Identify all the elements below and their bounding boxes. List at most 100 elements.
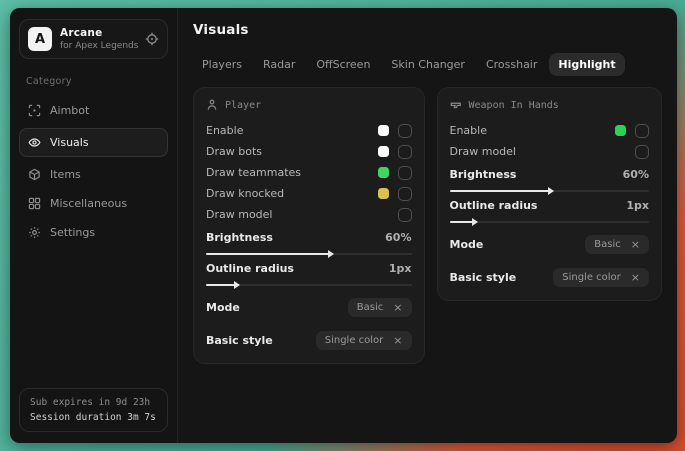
player-panel: Player Enable Draw bots Draw teammates: [193, 87, 425, 364]
slider-value: 60%: [385, 231, 411, 244]
app-subtitle: for Apex Legends: [60, 41, 137, 51]
sidebar-item-aimbot[interactable]: Aimbot: [19, 97, 168, 124]
setting-label: Draw bots: [206, 145, 378, 158]
color-swatch[interactable]: [378, 188, 389, 199]
tab-players[interactable]: Players: [193, 53, 251, 76]
setting-label: Basic style: [450, 271, 554, 284]
sidebar-item-visuals[interactable]: Visuals: [19, 128, 168, 157]
setting-row-draw-knocked: Draw knocked: [206, 183, 412, 204]
setting-row-draw-bots: Draw bots: [206, 141, 412, 162]
checkbox[interactable]: [635, 124, 649, 138]
setting-row-draw-model: Draw model: [450, 141, 650, 162]
slider-value: 1px: [389, 262, 412, 275]
app-name: Arcane: [60, 27, 137, 39]
session-info: Sub expires in 9d 23h Session duration 3…: [19, 388, 168, 432]
tag-label: Single color: [325, 335, 384, 346]
cube-icon: [28, 168, 41, 181]
checkbox[interactable]: [398, 124, 412, 138]
slider-value: 60%: [623, 168, 649, 181]
sidebar-item-label: Settings: [50, 226, 95, 239]
checkbox[interactable]: [398, 145, 412, 159]
setting-row-brightness: Brightness 60%: [450, 168, 650, 192]
checkbox[interactable]: [398, 208, 412, 222]
close-icon[interactable]: ×: [631, 239, 640, 250]
sidebar-item-label: Items: [50, 168, 81, 181]
setting-row-enable: Enable: [206, 120, 412, 141]
basic-style-tag[interactable]: Single color ×: [553, 268, 649, 287]
crosshair-icon: [28, 104, 41, 117]
panel-header: Player: [206, 99, 412, 111]
checkbox[interactable]: [398, 166, 412, 180]
slider-thumb[interactable]: [234, 281, 240, 289]
basic-style-tag[interactable]: Single color ×: [316, 331, 412, 350]
setting-row-enable: Enable: [450, 120, 650, 141]
slider-thumb[interactable]: [328, 250, 334, 258]
color-swatch[interactable]: [378, 167, 389, 178]
tag-label: Basic: [357, 302, 383, 313]
sidebar-item-miscellaneous[interactable]: Miscellaneous: [19, 190, 168, 217]
setting-label: Draw knocked: [206, 187, 378, 200]
sub-expires-text: Sub expires in 9d 23h: [30, 397, 157, 408]
setting-row-draw-model: Draw model: [206, 204, 412, 225]
outline-radius-slider[interactable]: [206, 284, 412, 286]
slider-thumb[interactable]: [548, 187, 554, 195]
setting-label: Brightness: [450, 168, 623, 181]
color-swatch[interactable]: [378, 146, 389, 157]
close-icon[interactable]: ×: [393, 335, 402, 346]
color-swatch[interactable]: [378, 125, 389, 136]
tag-label: Single color: [562, 272, 621, 283]
brightness-slider[interactable]: [450, 190, 650, 192]
setting-label: Basic style: [206, 334, 316, 347]
setting-row-basic-style: Basic style Single color ×: [450, 265, 650, 289]
setting-label: Outline radius: [450, 199, 627, 212]
setting-label: Mode: [450, 238, 586, 251]
tab-crosshair[interactable]: Crosshair: [477, 53, 546, 76]
setting-label: Enable: [450, 124, 616, 137]
player-icon: [206, 99, 218, 111]
app-header: A Arcane for Apex Legends: [19, 19, 168, 59]
brightness-slider[interactable]: [206, 253, 412, 255]
weapon-icon: [450, 99, 462, 111]
sidebar-item-settings[interactable]: Settings: [19, 219, 168, 246]
setting-row-brightness: Brightness 60%: [206, 231, 412, 255]
tab-offscreen[interactable]: OffScreen: [307, 53, 379, 76]
color-swatch[interactable]: [615, 125, 626, 136]
setting-row-mode: Mode Basic ×: [450, 232, 650, 256]
app-logo: A: [28, 27, 52, 51]
panels-container: Player Enable Draw bots Draw teammates: [193, 87, 662, 364]
checkbox[interactable]: [635, 145, 649, 159]
setting-row-mode: Mode Basic ×: [206, 295, 412, 319]
eye-icon: [28, 136, 41, 149]
tab-skin-changer[interactable]: Skin Changer: [382, 53, 474, 76]
page-title: Visuals: [193, 22, 662, 38]
setting-label: Draw model: [450, 145, 636, 158]
setting-label: Draw teammates: [206, 166, 378, 179]
setting-row-outline-radius: Outline radius 1px: [450, 199, 650, 223]
mode-tag[interactable]: Basic ×: [348, 298, 412, 317]
mode-tag[interactable]: Basic ×: [585, 235, 649, 254]
slider-thumb[interactable]: [472, 218, 478, 226]
gear-icon: [28, 226, 41, 239]
tab-bar: Players Radar OffScreen Skin Changer Cro…: [193, 53, 662, 76]
setting-label: Draw model: [206, 208, 398, 221]
sidebar-item-items[interactable]: Items: [19, 161, 168, 188]
sidebar-item-label: Visuals: [50, 136, 89, 149]
close-icon[interactable]: ×: [393, 302, 402, 313]
weapon-in-hands-panel: Weapon In Hands Enable Draw model Bright…: [437, 87, 663, 301]
panel-title: Weapon In Hands: [469, 100, 559, 111]
setting-row-basic-style: Basic style Single color ×: [206, 328, 412, 352]
slider-value: 1px: [626, 199, 649, 212]
category-label: Category: [26, 76, 161, 87]
checkbox[interactable]: [398, 187, 412, 201]
tab-highlight[interactable]: Highlight: [549, 53, 624, 76]
panel-title: Player: [225, 100, 261, 111]
close-icon[interactable]: ×: [631, 272, 640, 283]
sidebar: A Arcane for Apex Legends Category Aimbo: [10, 8, 178, 443]
sidebar-item-label: Miscellaneous: [50, 197, 127, 210]
setting-label: Brightness: [206, 231, 385, 244]
outline-radius-slider[interactable]: [450, 221, 650, 223]
app-window: A Arcane for Apex Legends Category Aimbo: [10, 8, 677, 443]
target-icon[interactable]: [145, 32, 159, 46]
tab-radar[interactable]: Radar: [254, 53, 304, 76]
setting-label: Mode: [206, 301, 348, 314]
